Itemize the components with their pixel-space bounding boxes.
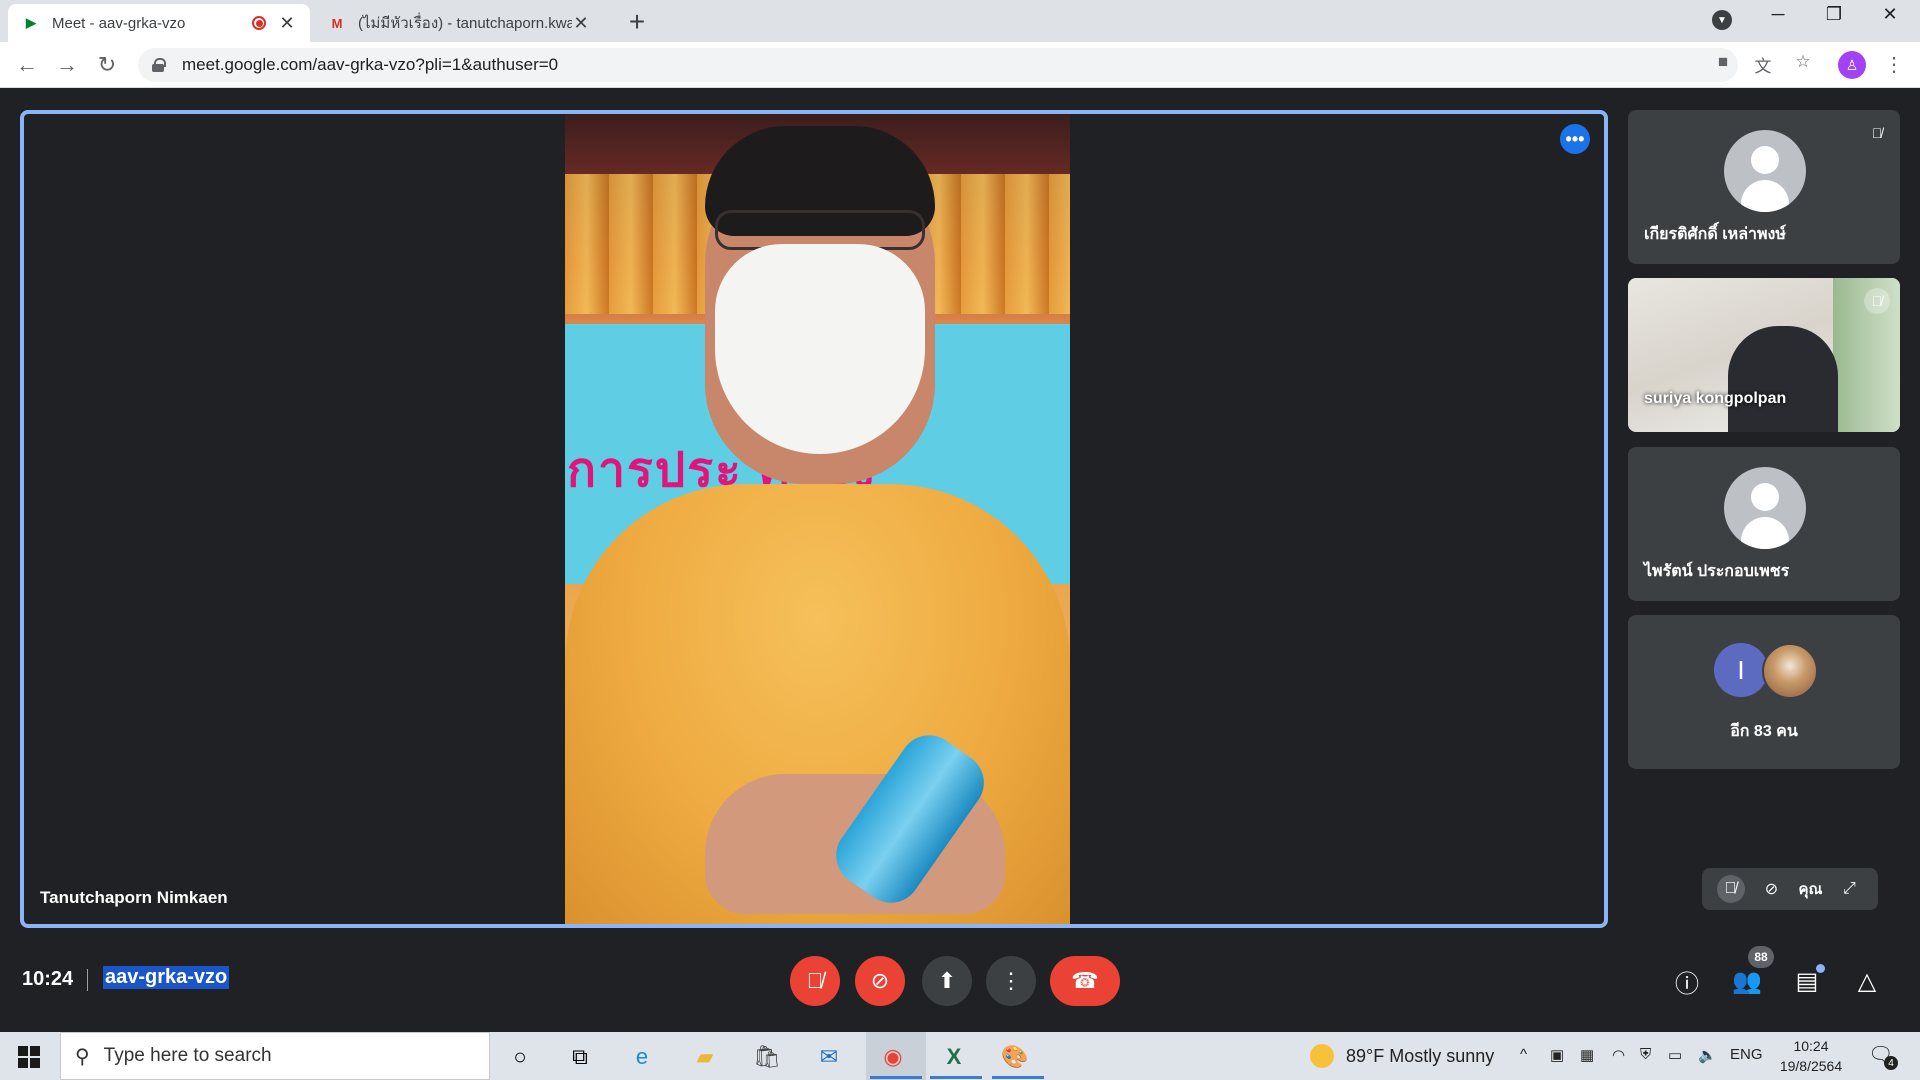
active-indicator — [930, 1076, 982, 1079]
mic-off-icon: 🎙̸ — [1871, 125, 1883, 141]
search-placeholder: Type here to search — [103, 1045, 272, 1066]
security-icon[interactable]: ⛨ — [1640, 1046, 1651, 1063]
participant-video — [1728, 326, 1838, 432]
avatar: I — [1714, 643, 1768, 697]
camera-icon[interactable]: ■ — [1712, 52, 1734, 72]
tab-title: Meet - aav-grka-vzo — [52, 14, 186, 32]
camera-toggle-button[interactable]: ⊘ — [855, 956, 905, 1006]
people-icon[interactable]: 👥 — [1730, 964, 1764, 998]
leave-call-button[interactable]: ☎ — [1050, 956, 1120, 1006]
speaker-name: Tanutchaporn Nimkaen — [40, 888, 228, 907]
tab-search-icon[interactable]: ▼ — [1712, 10, 1732, 30]
active-indicator — [870, 1076, 922, 1079]
self-label: คุณ — [1798, 881, 1823, 898]
back-icon[interactable]: ← — [12, 50, 42, 80]
participant-tile[interactable]: 🎙̸ เกียรติศักดิ์ เหล่าพงษ์ — [1628, 110, 1900, 264]
tray-chevron-icon[interactable]: ^ — [1520, 1046, 1527, 1063]
cortana-icon[interactable]: ○ — [503, 1040, 537, 1074]
video-mask — [715, 244, 925, 454]
more-options-icon[interactable]: ••• — [1560, 124, 1590, 154]
windows-start-icon[interactable] — [18, 1046, 40, 1068]
meet-tray-icon[interactable]: ▣ — [1550, 1046, 1564, 1064]
mic-off-icon[interactable]: 🎙̸ — [1716, 875, 1745, 903]
taskbar-clock[interactable]: 10:24 19/8/2564 — [1776, 1036, 1846, 1076]
close-tab-icon[interactable]: ✕ — [572, 13, 590, 34]
self-view-bar[interactable]: 🎙̸ ⊘ คุณ ⤢ — [1702, 868, 1878, 910]
translate-icon[interactable]: 文 — [1752, 52, 1774, 76]
avatar — [1724, 467, 1806, 549]
avatar — [1762, 643, 1818, 699]
address-bar[interactable]: meet.google.com/aav-grka-vzo?pli=1&authu… — [138, 48, 1738, 82]
avatar-group: I — [1714, 643, 1824, 699]
more-participants-tile[interactable]: I อีก 83 คน — [1628, 615, 1900, 769]
task-view-icon[interactable]: ⧉ — [563, 1040, 597, 1074]
tab-strip: ▶ Meet - aav-grka-vzo ✕ M (ไม่มีหัวเรื่อ… — [0, 0, 1920, 42]
avatar — [1724, 130, 1806, 212]
language-indicator[interactable]: ENG — [1730, 1046, 1763, 1063]
divider — [87, 969, 88, 991]
notification-badge: 4 — [1884, 1056, 1898, 1070]
minimize-icon[interactable]: ─ — [1758, 4, 1798, 25]
participant-name: ไพรัตน์ ประกอบเพชร — [1644, 563, 1790, 580]
meet-icon: ▶ — [26, 15, 36, 30]
more-options-button[interactable]: ⋮ — [986, 956, 1036, 1006]
search-icon: ⚲ — [75, 1045, 90, 1068]
participant-tile[interactable]: 🎙̸ suriya kongpolpan — [1628, 278, 1900, 432]
weather-text: 89°F Mostly sunny — [1346, 1045, 1495, 1066]
participant-name: เกียรติศักดิ์ เหล่าพงษ์ — [1644, 226, 1786, 243]
tab-gmail[interactable]: M (ไม่มีหัวเรื่อง) - tanutchaporn.kwan ✕ — [314, 4, 604, 42]
mic-off-icon: 🎙̸ — [1864, 288, 1890, 314]
clock-time: 10:24 — [1793, 1038, 1829, 1054]
profile-avatar[interactable]: ♙ — [1838, 51, 1866, 79]
mail-icon[interactable]: ✉ — [812, 1040, 846, 1074]
browser-toolbar: ← → ↻ meet.google.com/aav-grka-vzo?pli=1… — [0, 42, 1920, 88]
info-icon[interactable]: ⓘ — [1670, 964, 1704, 998]
forward-icon[interactable]: → — [52, 50, 82, 80]
participant-count-badge: 88 — [1748, 946, 1774, 968]
participant-tile[interactable]: ไพรัตน์ ประกอบเพชร — [1628, 447, 1900, 601]
expand-icon[interactable]: ⤢ — [1835, 875, 1863, 903]
meeting-code[interactable]: aav-grka-vzo — [103, 966, 230, 989]
clock-date: 19/8/2564 — [1779, 1058, 1843, 1074]
bookmark-star-icon[interactable]: ☆ — [1792, 52, 1814, 72]
lock-icon[interactable] — [152, 58, 166, 72]
close-tab-icon[interactable]: ✕ — [278, 13, 296, 34]
restore-icon[interactable]: ❐ — [1814, 4, 1854, 25]
weather-sun-icon — [1310, 1044, 1334, 1068]
browser-menu-icon[interactable]: ⋮ — [1884, 52, 1904, 77]
taskbar-search[interactable]: ⚲ Type here to search — [60, 1032, 490, 1080]
tab-title: (ไม่มีหัวเรื่อง) - tanutchaporn.kwan — [358, 15, 572, 32]
gmail-icon: M — [331, 15, 343, 31]
meeting-time: 10:24 — [22, 968, 74, 990]
reload-icon[interactable]: ↻ — [92, 50, 122, 80]
taskbar: ⚲ Type here to search ○ ⧉ e ▰ 🛍 ✉ ◉ X 🎨 … — [0, 1032, 1920, 1080]
tab-meet[interactable]: ▶ Meet - aav-grka-vzo ✕ — [8, 4, 310, 42]
present-button[interactable]: ⬆ — [922, 956, 972, 1006]
paint-icon[interactable]: 🎨 — [998, 1040, 1032, 1074]
window-close-icon[interactable]: ✕ — [1870, 4, 1910, 25]
excel-icon[interactable]: X — [937, 1040, 971, 1074]
edge-icon[interactable]: e — [625, 1040, 659, 1074]
url-text: meet.google.com/aav-grka-vzo?pli=1&authu… — [182, 55, 559, 74]
chat-notification-dot — [1816, 964, 1825, 973]
speaker-video: การประ ครอง — [565, 114, 1070, 924]
camera-off-icon[interactable]: ⊘ — [1758, 875, 1786, 903]
activities-icon[interactable]: △ — [1850, 964, 1884, 998]
recording-icon — [252, 16, 266, 30]
mic-toggle-button[interactable]: 🎙̸ — [790, 956, 840, 1006]
more-participants-label: อีก 83 คน — [1730, 723, 1798, 740]
active-indicator — [992, 1076, 1044, 1079]
chrome-icon[interactable]: ◉ — [876, 1040, 910, 1074]
store-icon[interactable]: 🛍 — [750, 1040, 784, 1074]
participant-name: suriya kongpolpan — [1644, 390, 1787, 407]
app-tray-icon[interactable]: ▦ — [1580, 1046, 1594, 1064]
battery-icon[interactable]: ▭ — [1668, 1046, 1682, 1064]
new-tab-button[interactable]: + — [622, 6, 652, 38]
wifi-icon[interactable]: ◠ — [1612, 1046, 1625, 1064]
volume-icon[interactable]: 🔈 — [1698, 1046, 1717, 1064]
weather-widget[interactable]: 89°F Mostly sunny — [1310, 1044, 1494, 1068]
main-speaker-tile[interactable]: การประ ครอง ••• Tanutchaporn Nimkaen — [20, 110, 1608, 928]
file-explorer-icon[interactable]: ▰ — [688, 1040, 722, 1074]
